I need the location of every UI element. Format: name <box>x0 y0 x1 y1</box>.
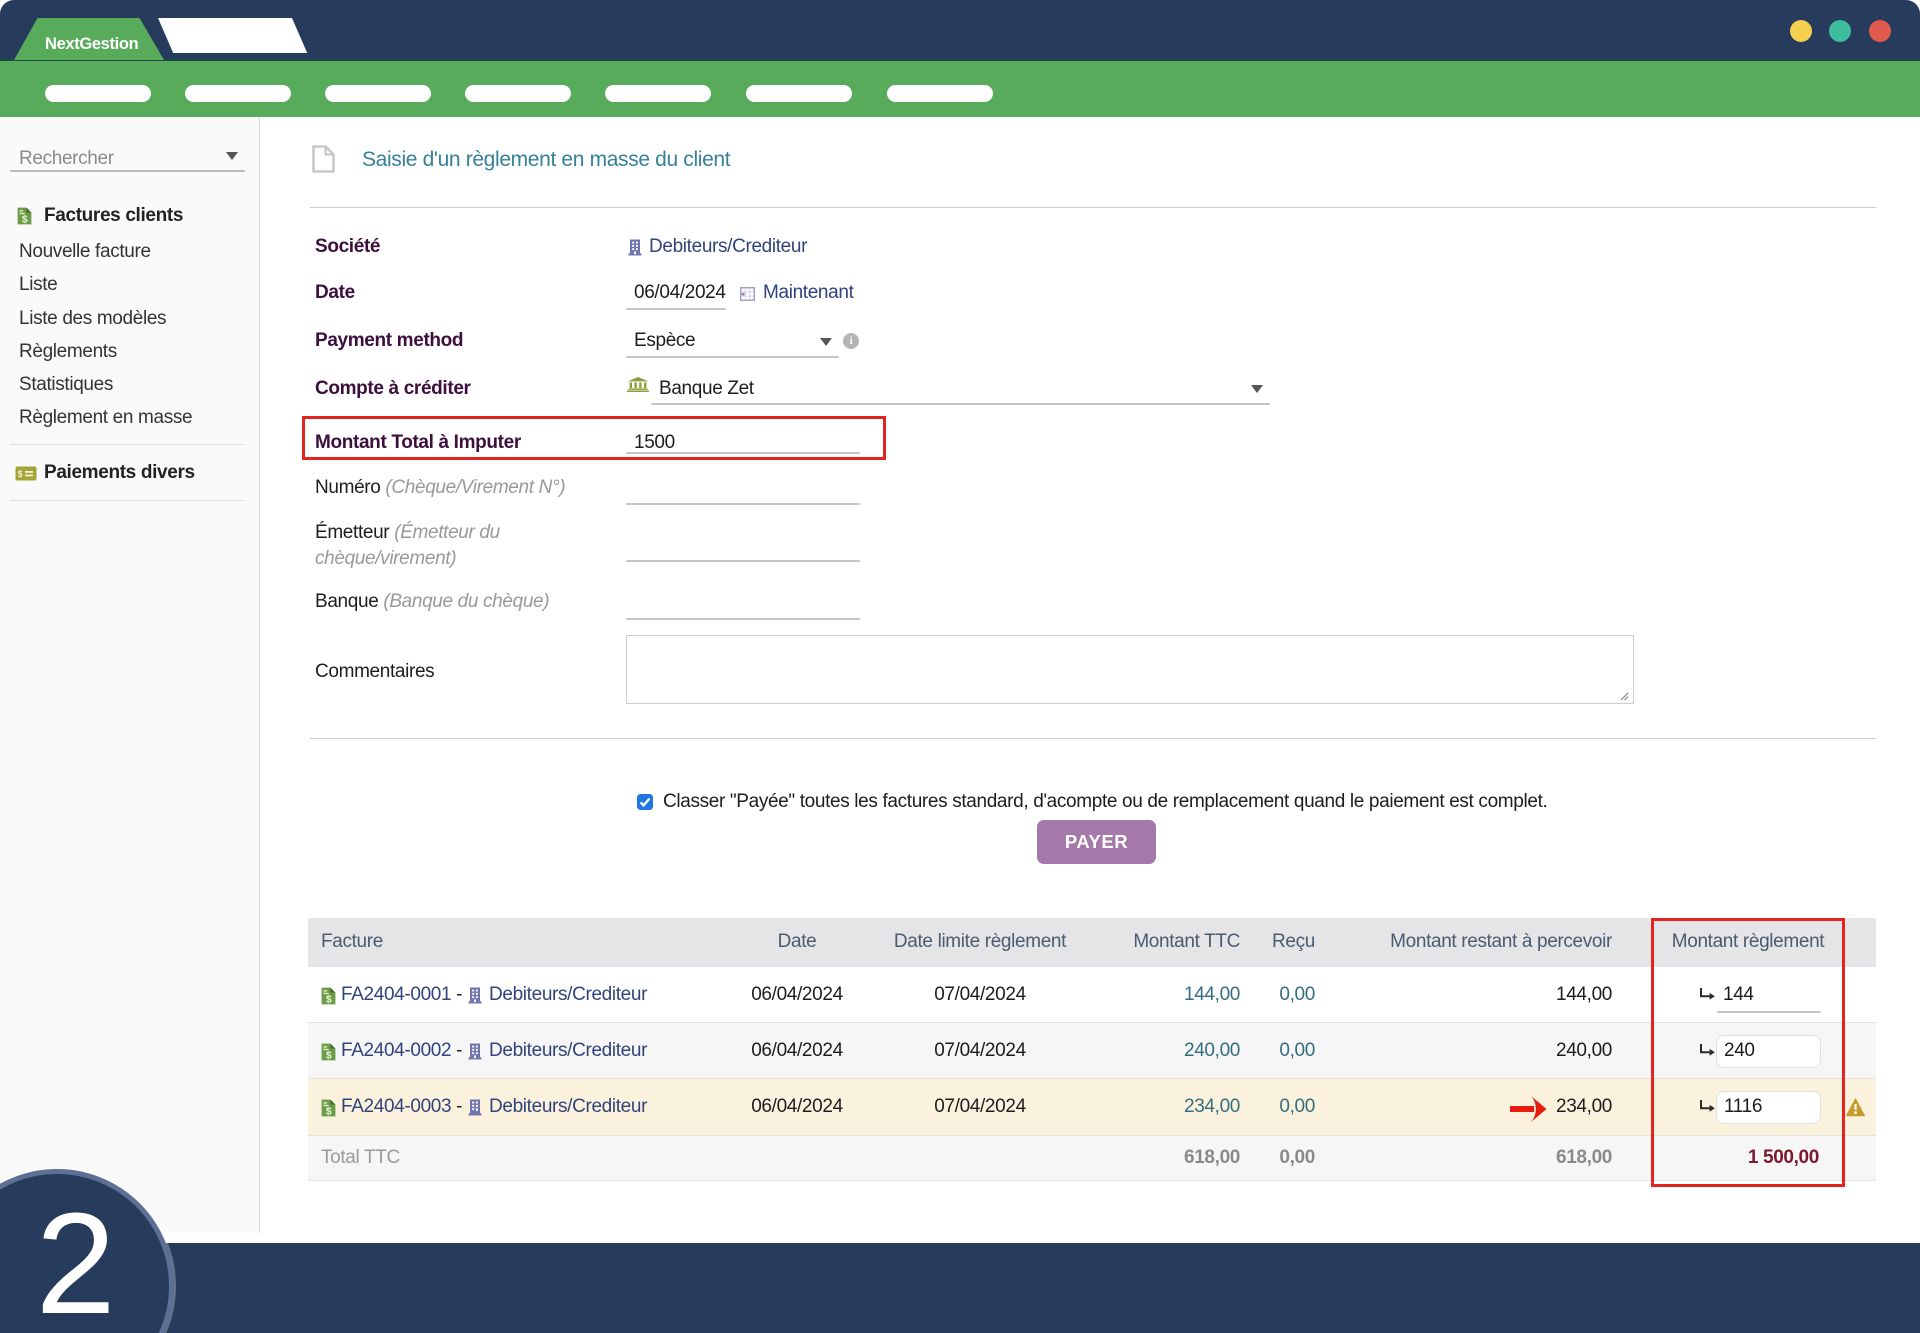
svg-text:$: $ <box>326 1050 332 1061</box>
svg-text:$: $ <box>326 1106 332 1117</box>
svg-text:$: $ <box>326 994 332 1005</box>
svg-text:$: $ <box>22 214 28 225</box>
svg-text:$: $ <box>18 469 23 479</box>
